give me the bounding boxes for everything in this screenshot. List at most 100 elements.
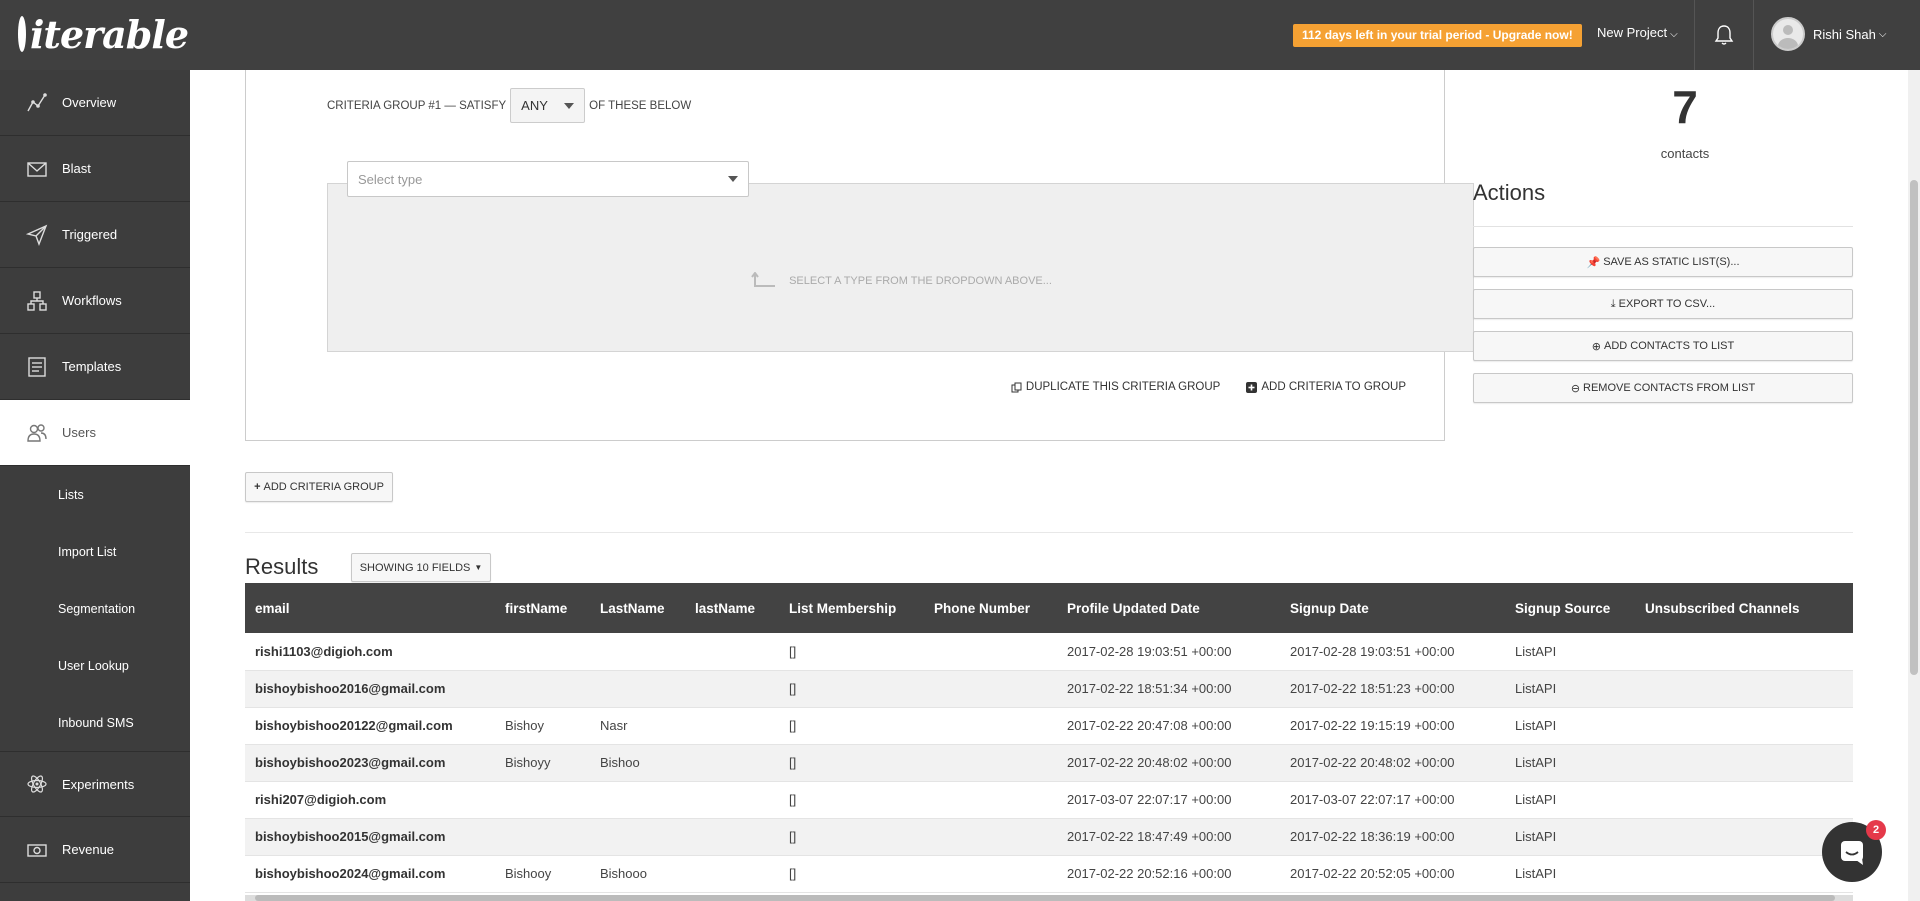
paper-plane-icon [26, 224, 48, 246]
table-row[interactable]: bishoybishoo2024@gmail.com Bishooy Bishooo… [245, 855, 1853, 892]
table-cell: Bishooo [600, 866, 647, 881]
column-header[interactable]: lastName [685, 583, 779, 633]
users-icon [26, 422, 48, 444]
scrollbar-thumb[interactable] [1910, 180, 1918, 675]
table-row[interactable]: bishoybishoo2016@gmail.com [] 2017-02-22 1… [245, 670, 1853, 707]
plus-square-icon [1246, 381, 1258, 393]
divider [1473, 226, 1853, 227]
column-header[interactable]: Signup Source [1505, 583, 1635, 633]
sidebar-subitem-user-lookup[interactable]: User Lookup [0, 637, 190, 694]
sidebar-item-overview[interactable]: Overview [0, 70, 190, 136]
column-header[interactable]: Phone Number [924, 583, 1057, 633]
table-cell [685, 855, 779, 892]
save-as-static-list-button[interactable]: 📌 SAVE AS STATIC LIST(S)... [1473, 247, 1853, 277]
section-divider [245, 532, 1853, 533]
criteria-hint: SELECT A TYPE FROM THE DROPDOWN ABOVE... [328, 272, 1475, 290]
column-header[interactable]: Profile Updated Date [1057, 583, 1280, 633]
logo-mark-icon [18, 16, 26, 52]
sidebar-subitem-lists[interactable]: Lists [0, 466, 190, 523]
table-cell: Bishooy [505, 866, 552, 881]
table-cell [924, 855, 1057, 892]
duplicate-criteria-group-link[interactable]: DUPLICATE THIS CRITERIA GROUP [1011, 381, 1220, 393]
column-header[interactable]: firstName [495, 583, 590, 633]
project-dropdown[interactable]: New Project ⌵ [1597, 25, 1678, 40]
scrollbar-thumb[interactable] [255, 895, 1835, 901]
showing-fields-dropdown[interactable]: SHOWING 10 FIELDS ▼ [351, 553, 491, 582]
export-csv-button[interactable]: ⤓ EXPORT TO CSV... [1473, 289, 1853, 319]
results-title: Results [245, 554, 319, 579]
table-cell [685, 818, 779, 855]
table-cell [1635, 744, 1853, 781]
plus-circle-icon: ⊕ [1591, 340, 1602, 353]
table-cell: [] [789, 792, 797, 807]
table-row[interactable]: bishoybishoo2023@gmail.com Bishoyy Bishoo [… [245, 744, 1853, 781]
add-criteria-to-group-link[interactable]: ADD CRITERIA TO GROUP [1246, 381, 1406, 393]
sidebar: Overview Blast Triggered Workflows Templ… [0, 70, 190, 901]
table-cell: ListAPI [1515, 681, 1557, 696]
sidebar-item-label: Overview [62, 95, 117, 110]
caret-down-icon: ▼ [474, 563, 483, 572]
column-header[interactable]: email [245, 583, 495, 633]
sidebar-item-revenue[interactable]: Revenue [0, 817, 190, 883]
sidebar-item-triggered[interactable]: Triggered [0, 202, 190, 268]
add-contacts-label: ADD CONTACTS TO LIST [1604, 340, 1735, 352]
sidebar-item-experiments[interactable]: Experiments [0, 751, 190, 817]
logo[interactable]: iterable [18, 12, 189, 57]
column-header[interactable]: Unsubscribed Channels [1635, 583, 1853, 633]
table-cell [1635, 855, 1853, 892]
table-cell: rishi207@digioh.com [255, 792, 387, 807]
select-type-dropdown[interactable]: Select type [347, 161, 749, 197]
chart-line-icon [26, 92, 48, 114]
sidebar-subitem-segmentation[interactable]: Segmentation [0, 580, 190, 637]
table-cell [1635, 818, 1853, 855]
top-bar: iterable 112 days left in your trial per… [0, 0, 1920, 70]
table-cell: ListAPI [1515, 643, 1557, 659]
column-header[interactable]: LastName [590, 583, 685, 633]
table-cell: ListAPI [1515, 829, 1557, 844]
table-cell [495, 781, 590, 818]
column-header[interactable]: List Membership [779, 583, 924, 633]
table-cell: 2017-02-22 20:48:02 +00:00 [1067, 755, 1232, 770]
column-header[interactable]: Signup Date [1280, 583, 1505, 633]
match-select[interactable]: ANY [510, 88, 586, 123]
sidebar-item-users[interactable]: Users [0, 400, 190, 466]
table-cell [495, 670, 590, 707]
chat-icon [1841, 841, 1863, 865]
add-contacts-to-list-button[interactable]: ⊕ ADD CONTACTS TO LIST [1473, 331, 1853, 361]
sidebar-item-label: Workflows [62, 293, 122, 308]
table-cell: ListAPI [1515, 718, 1557, 733]
table-row[interactable]: rishi207@digioh.com [] 2017-03-07 22:07:17… [245, 781, 1853, 818]
table-row[interactable]: bishoybishoo2015@gmail.com [] 2017-02-22 1… [245, 818, 1853, 855]
table-cell: 2017-02-22 18:51:23 +00:00 [1290, 681, 1455, 696]
horizontal-scrollbar[interactable] [245, 895, 1853, 901]
sidebar-item-workflows[interactable]: Workflows [0, 268, 190, 334]
table-cell [1635, 670, 1853, 707]
table-cell [1635, 781, 1853, 818]
table-cell [685, 633, 779, 670]
table-cell [1635, 707, 1853, 744]
table-cell: 2017-02-22 18:47:49 +00:00 [1067, 829, 1232, 844]
notifications-button[interactable] [1694, 0, 1754, 70]
table-cell: 2017-02-22 20:52:16 +00:00 [1067, 866, 1232, 881]
table-cell: bishoybishoo2023@gmail.com [255, 755, 446, 770]
table-cell [924, 633, 1057, 670]
add-criteria-group-button[interactable]: + ADD CRITERIA GROUP [245, 472, 393, 502]
sidebar-item-blast[interactable]: Blast [0, 136, 190, 202]
trial-banner[interactable]: 112 days left in your trial period - Upg… [1293, 24, 1582, 47]
minus-circle-icon: ⊖ [1570, 382, 1581, 395]
table-row[interactable]: bishoybishoo20122@gmail.com Bishoy Nasr [] 2… [245, 707, 1853, 744]
sidebar-subitem-import-list[interactable]: Import List [0, 523, 190, 580]
sidebar-subitem-inbound-sms[interactable]: Inbound SMS [0, 694, 190, 751]
table-cell: 2017-02-22 20:48:02 +00:00 [1290, 755, 1455, 770]
table-row[interactable]: rishi1103@digioh.com [] 2017-02-28 19:03:5… [245, 633, 1853, 670]
table-cell: 2017-02-22 20:52:05 +00:00 [1290, 866, 1455, 881]
vertical-scrollbar[interactable] [1908, 70, 1920, 901]
envelope-icon [26, 158, 48, 180]
sidebar-item-templates[interactable]: Templates [0, 334, 190, 400]
remove-contacts-from-list-button[interactable]: ⊖ REMOVE CONTACTS FROM LIST [1473, 373, 1853, 403]
user-menu[interactable]: Rishi Shah ⌵ [1771, 17, 1886, 51]
table-cell [590, 670, 685, 707]
bell-icon [1714, 25, 1734, 45]
table-cell: [] [789, 829, 797, 844]
criteria-group: CRITERIA GROUP #1 — SATISFY ANY OF THESE… [245, 70, 1474, 441]
